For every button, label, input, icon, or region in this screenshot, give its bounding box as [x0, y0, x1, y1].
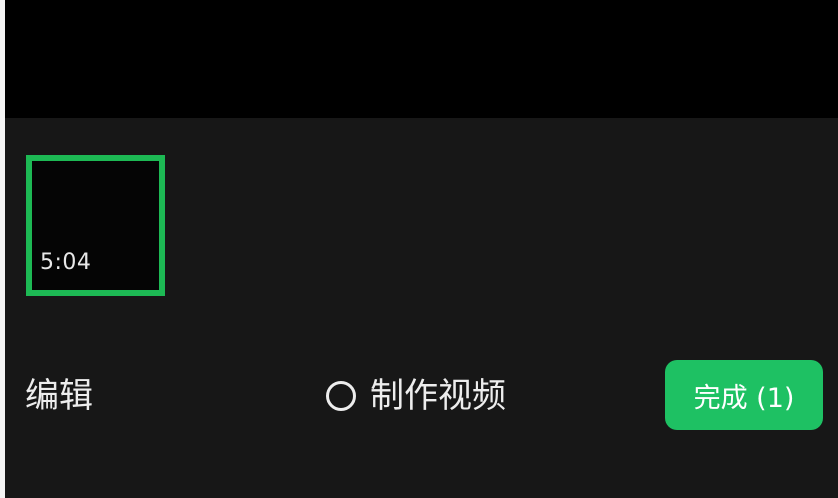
make-video-label: 制作视频: [370, 376, 506, 416]
radio-circle-icon[interactable]: [326, 381, 356, 411]
picker-screen: 5:04 编辑 制作视频 完成 (1): [5, 0, 838, 498]
make-video-toggle[interactable]: 制作视频: [326, 374, 506, 418]
bottom-panel: 5:04 编辑 制作视频 完成 (1): [5, 118, 838, 498]
preview-area: [5, 0, 838, 118]
clip-duration: 5:04: [40, 250, 92, 275]
done-button[interactable]: 完成 (1): [665, 360, 823, 430]
edit-button[interactable]: 编辑: [25, 374, 93, 418]
selected-clip-thumbnail[interactable]: 5:04: [26, 155, 165, 296]
